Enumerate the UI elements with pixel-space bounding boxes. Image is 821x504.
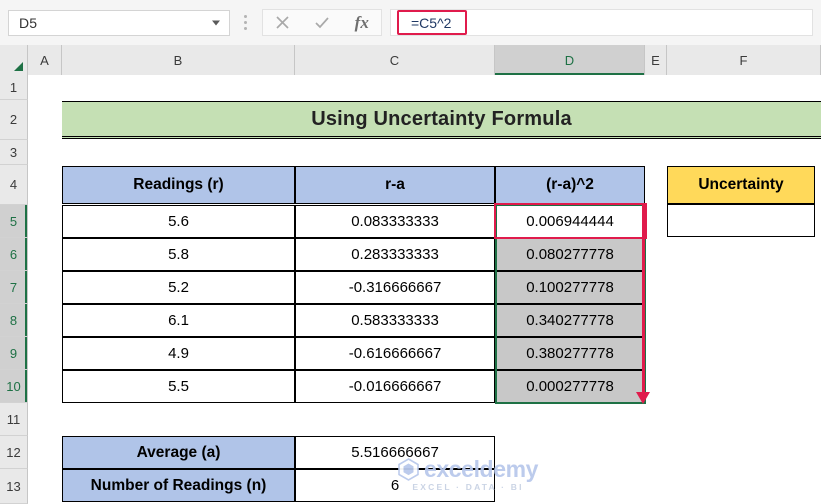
column-header-c[interactable]: C bbox=[295, 45, 495, 75]
row-header-12[interactable]: 12 bbox=[0, 436, 28, 469]
table-row[interactable]: 0.100277778 bbox=[495, 271, 645, 304]
uncertainty-value-cell[interactable] bbox=[667, 204, 815, 237]
table-header-uncertainty: Uncertainty bbox=[667, 166, 815, 204]
close-icon[interactable] bbox=[275, 15, 290, 30]
row-header-3[interactable]: 3 bbox=[0, 140, 28, 165]
formula-bar-buttons: fx bbox=[262, 9, 382, 36]
summary-value-average[interactable]: 5.516666667 bbox=[295, 436, 495, 469]
summary-value-count[interactable]: 6 bbox=[295, 469, 495, 502]
column-header-a[interactable]: A bbox=[28, 45, 62, 75]
row-header-1[interactable]: 1 bbox=[0, 75, 28, 100]
formula-input[interactable]: =C5^2 bbox=[390, 9, 813, 36]
table-row[interactable]: -0.616666667 bbox=[295, 337, 495, 370]
row-header-9[interactable]: 9 bbox=[0, 337, 28, 370]
column-header-b[interactable]: B bbox=[62, 45, 295, 75]
active-cell-d5[interactable]: 0.006944444 bbox=[495, 205, 645, 238]
annotation-arrow-head-icon bbox=[636, 392, 650, 404]
annotation-arrow-line bbox=[642, 203, 645, 396]
name-box-value: D5 bbox=[9, 15, 37, 31]
column-header-row: A B C D E F bbox=[0, 45, 821, 75]
table-row[interactable]: 5.2 bbox=[62, 271, 295, 304]
table-row[interactable]: 5.5 bbox=[62, 370, 295, 403]
table-row[interactable]: 0.340277778 bbox=[495, 304, 645, 337]
excel-worksheet-window: D5 fx =C5^2 A B bbox=[0, 0, 821, 504]
row-header-8[interactable]: 8 bbox=[0, 304, 28, 337]
row-header-2[interactable]: 2 bbox=[0, 100, 28, 140]
table-row[interactable]: 4.9 bbox=[62, 337, 295, 370]
table-row[interactable]: 0.380277778 bbox=[495, 337, 645, 370]
table-row[interactable]: -0.016666667 bbox=[295, 370, 495, 403]
select-all-corner[interactable] bbox=[0, 45, 28, 75]
summary-label-count: Number of Readings (n) bbox=[62, 469, 295, 502]
fx-icon[interactable]: fx bbox=[355, 14, 369, 31]
chevron-down-icon[interactable] bbox=[212, 20, 220, 25]
table-header-deviation: r-a bbox=[295, 166, 495, 204]
check-icon[interactable] bbox=[314, 15, 330, 30]
row-header-10[interactable]: 10 bbox=[0, 370, 28, 403]
table-header-readings: Readings (r) bbox=[62, 166, 295, 204]
formula-bar-area: D5 fx =C5^2 bbox=[0, 0, 821, 45]
summary-label-average: Average (a) bbox=[62, 436, 295, 469]
formula-bar-grip-icon[interactable] bbox=[244, 13, 248, 33]
name-box[interactable]: D5 bbox=[8, 10, 230, 36]
row-header-11[interactable]: 11 bbox=[0, 403, 28, 436]
sheet-title: Using Uncertainty Formula bbox=[62, 101, 821, 139]
table-row[interactable]: 0.283333333 bbox=[295, 238, 495, 271]
table-row[interactable]: 0.083333333 bbox=[295, 205, 495, 238]
row-header-13[interactable]: 13 bbox=[0, 469, 28, 504]
row-header-5[interactable]: 5 bbox=[0, 205, 28, 238]
table-row[interactable]: 0.583333333 bbox=[295, 304, 495, 337]
select-all-triangle-icon bbox=[14, 62, 23, 71]
table-row[interactable]: 6.1 bbox=[62, 304, 295, 337]
row-header-7[interactable]: 7 bbox=[0, 271, 28, 304]
table-row[interactable]: 0.000277778 bbox=[495, 370, 645, 403]
table-header-squared: (r-a)^2 bbox=[495, 166, 645, 204]
table-row[interactable]: 0.080277778 bbox=[495, 238, 645, 271]
row-header-4[interactable]: 4 bbox=[0, 165, 28, 205]
table-row[interactable]: 5.8 bbox=[62, 238, 295, 271]
table-row[interactable]: -0.316666667 bbox=[295, 271, 495, 304]
table-row[interactable]: 5.6 bbox=[62, 205, 295, 238]
column-header-d[interactable]: D bbox=[495, 45, 645, 75]
column-header-e[interactable]: E bbox=[645, 45, 667, 75]
column-header-f[interactable]: F bbox=[667, 45, 821, 75]
row-header-6[interactable]: 6 bbox=[0, 238, 28, 271]
formula-value: =C5^2 bbox=[397, 10, 467, 35]
